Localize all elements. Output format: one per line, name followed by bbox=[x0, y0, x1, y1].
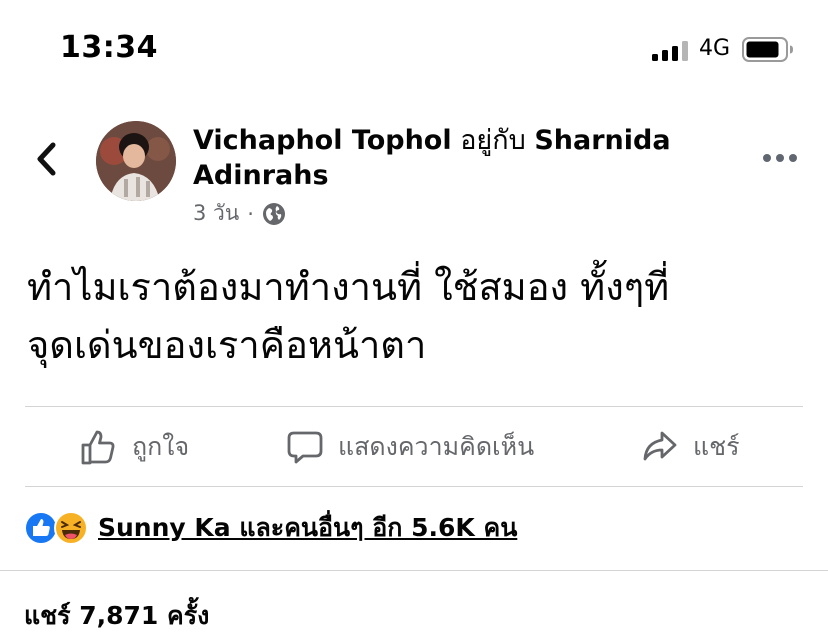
author-name[interactable]: Vichaphol Tophol bbox=[193, 125, 452, 156]
comment-icon bbox=[287, 431, 323, 464]
shares-count[interactable]: แชร์ 7,871 ครั้ง bbox=[24, 596, 209, 636]
divider bbox=[25, 406, 803, 407]
post-header: Vichaphol Tophol อยู่กับ Sharnida Adinra… bbox=[0, 115, 828, 230]
action-bar: ถูกใจ แสดงความคิดเห็น แชร์ bbox=[25, 408, 803, 486]
post-text-line: จุดเด่นของเราคือหน้าตา bbox=[27, 323, 427, 367]
haha-reaction-icon bbox=[54, 511, 88, 545]
like-button[interactable]: ถูกใจ bbox=[80, 408, 189, 486]
share-arrow-icon bbox=[643, 431, 677, 461]
with-word: อยู่กับ bbox=[460, 125, 526, 156]
more-options-icon[interactable] bbox=[762, 151, 798, 165]
reactions-summary[interactable]: Sunny Ka และคนอื่นๆ อีก 5.6K คน bbox=[24, 508, 517, 548]
cellular-signal-icon bbox=[652, 41, 688, 61]
share-button[interactable]: แชร์ bbox=[641, 408, 740, 486]
share-label: แชร์ bbox=[693, 432, 740, 461]
divider bbox=[25, 486, 803, 487]
back-chevron-icon[interactable] bbox=[28, 139, 66, 179]
comment-label: แสดงความคิดเห็น bbox=[338, 432, 535, 461]
post-text: ทำไมเราต้องมาทำงานที่ ใช้สมอง ทั้งๆที่ จ… bbox=[27, 258, 807, 374]
network-type: 4G bbox=[699, 36, 731, 61]
reactions-summary-text[interactable]: Sunny Ka และคนอื่นๆ อีก 5.6K คน bbox=[98, 508, 517, 548]
reaction-icons bbox=[24, 511, 88, 545]
like-reaction-icon bbox=[24, 511, 58, 545]
comment-button[interactable]: แสดงความคิดเห็น bbox=[286, 408, 534, 486]
post-meta: 3 วัน · bbox=[193, 197, 286, 230]
meta-separator: · bbox=[247, 201, 254, 226]
post-text-line: ทำไมเราต้องมาทำงานที่ ใช้สมอง ทั้งๆที่ bbox=[27, 265, 670, 309]
status-time: 13:34 bbox=[60, 30, 158, 65]
post-author-line: Vichaphol Tophol อยู่กับ Sharnida Adinra… bbox=[193, 123, 713, 193]
globe-icon bbox=[262, 202, 285, 225]
divider bbox=[0, 570, 828, 571]
like-label: ถูกใจ bbox=[132, 432, 190, 461]
avatar[interactable] bbox=[96, 121, 176, 201]
thumbs-up-icon bbox=[81, 430, 115, 465]
post-timestamp[interactable]: 3 วัน bbox=[193, 197, 239, 230]
status-bar: 13:34 4G bbox=[0, 0, 828, 100]
battery-icon bbox=[742, 37, 793, 62]
